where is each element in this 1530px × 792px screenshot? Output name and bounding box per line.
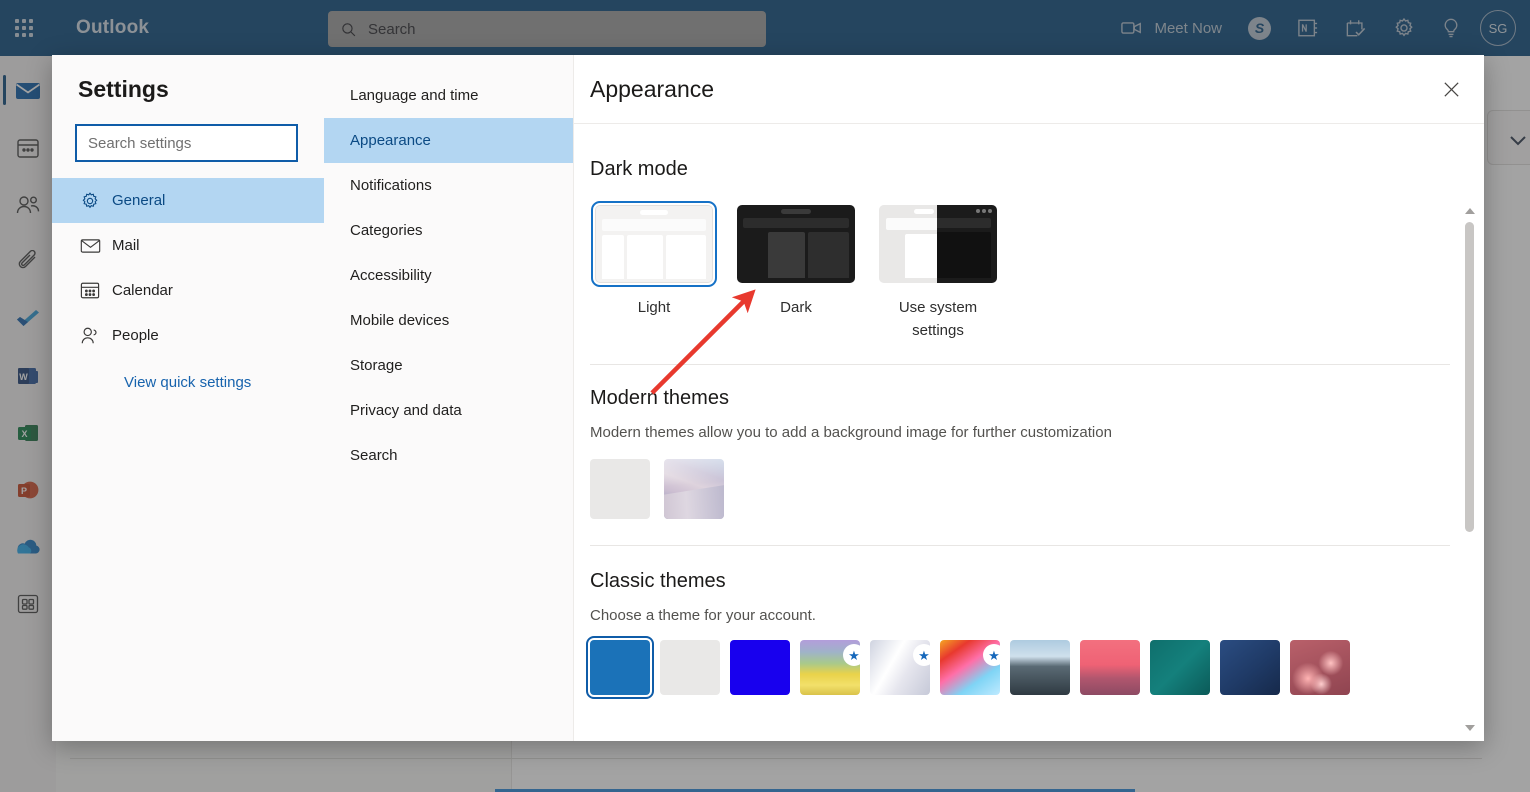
dark-mode-option-dark[interactable]: Dark (732, 205, 860, 342)
scroll-down-arrow-icon[interactable] (1463, 721, 1476, 735)
classic-theme-pastel-stripes[interactable]: ★ (800, 640, 860, 695)
envelope-icon (80, 238, 108, 254)
calendar-icon (80, 281, 108, 300)
gear-icon (80, 191, 108, 211)
detail-pane-scrollbar[interactable] (1463, 204, 1476, 735)
subnav-item-language-and-time[interactable]: Language and time (324, 73, 573, 118)
dark-mode-option-light[interactable]: Light (590, 201, 718, 342)
classic-theme-white-feather[interactable]: ★ (870, 640, 930, 695)
dark-mode-option-label: Light (637, 299, 671, 316)
settings-dialog: Settings General Mail (52, 55, 1484, 741)
settings-search-box[interactable] (75, 124, 298, 162)
section-divider (590, 364, 1450, 365)
classic-theme-mountain-ridge[interactable] (1010, 640, 1070, 695)
dark-mode-option-system[interactable]: Use system settings (874, 205, 1002, 342)
settings-nav-label: Mail (112, 237, 140, 254)
settings-nav-general[interactable]: General (52, 178, 324, 223)
classic-theme-navy-innovation[interactable] (1220, 640, 1280, 695)
modern-theme-thumbnails (590, 459, 1484, 519)
settings-nav-label: Calendar (112, 282, 173, 299)
classic-theme-default-blue[interactable] (586, 636, 654, 699)
settings-primary-nav: Settings General Mail (52, 55, 324, 741)
classic-theme-bright-blue[interactable] (730, 640, 790, 695)
classic-theme-swatches: ★ ★ ★ (586, 636, 1484, 699)
detail-pane-title: Appearance (590, 75, 715, 102)
section-divider (590, 545, 1450, 546)
dark-mode-options: Light Dark Use system settings (590, 201, 1484, 342)
close-icon (1443, 81, 1459, 97)
premium-star-icon: ★ (843, 644, 860, 666)
classic-themes-description: Choose a theme for your account. (590, 607, 816, 624)
subnav-item-mobile-devices[interactable]: Mobile devices (324, 298, 573, 343)
scrollbar-thumb[interactable] (1465, 222, 1474, 532)
modern-themes-heading: Modern themes (590, 387, 729, 409)
modern-theme-blank[interactable] (590, 459, 650, 519)
subnav-item-appearance[interactable]: Appearance (324, 118, 573, 163)
subnav-item-storage[interactable]: Storage (324, 343, 573, 388)
premium-star-icon: ★ (913, 644, 930, 666)
detail-pane-header: Appearance (574, 55, 1484, 124)
classic-theme-rainbow-unicorn[interactable]: ★ (940, 640, 1000, 695)
settings-search-input[interactable] (88, 134, 285, 152)
settings-title: Settings (78, 76, 169, 102)
dark-preview-thumbnail (737, 205, 855, 283)
classic-theme-pink-sunset-palms[interactable] (1080, 640, 1140, 695)
dark-mode-option-label: Dark (780, 299, 812, 316)
subnav-item-notifications[interactable]: Notifications (324, 163, 573, 208)
modern-themes-description: Modern themes allow you to add a backgro… (590, 424, 1112, 441)
settings-nav-people[interactable]: People (52, 313, 324, 358)
view-quick-settings-link[interactable]: View quick settings (52, 374, 324, 391)
premium-star-icon: ★ (983, 644, 1000, 666)
subnav-item-accessibility[interactable]: Accessibility (324, 253, 573, 298)
close-settings-button[interactable] (1434, 72, 1468, 106)
detail-pane-body: Dark mode Light Dark Use system settings… (574, 124, 1484, 741)
dark-mode-option-label: Use system settings (898, 299, 978, 339)
classic-theme-red-bokeh[interactable] (1290, 640, 1350, 695)
scroll-up-arrow-icon[interactable] (1463, 204, 1476, 218)
light-preview-thumbnail (591, 201, 717, 287)
classic-theme-teal-circuit[interactable] (1150, 640, 1210, 695)
settings-detail-pane: Appearance Dark mode Light Dark Use syst… (574, 55, 1484, 741)
settings-nav-calendar[interactable]: Calendar (52, 268, 324, 313)
settings-nav-label: People (112, 327, 159, 344)
classic-themes-heading: Classic themes (590, 570, 726, 592)
subnav-item-categories[interactable]: Categories (324, 208, 573, 253)
dark-mode-heading: Dark mode (590, 158, 688, 180)
subnav-item-privacy-and-data[interactable]: Privacy and data (324, 388, 573, 433)
settings-nav-mail[interactable]: Mail (52, 223, 324, 268)
outlook-settings-screen: Outlook Search Meet Now S SG W X P Setti… (0, 0, 1530, 792)
person-icon (80, 326, 108, 346)
settings-secondary-nav: Language and time Appearance Notificatio… (324, 55, 574, 741)
modern-theme-mountain-lake[interactable] (664, 459, 724, 519)
subnav-item-search[interactable]: Search (324, 433, 573, 478)
system-preview-thumbnail (879, 205, 997, 283)
settings-nav-label: General (112, 192, 166, 209)
classic-theme-light-gray[interactable] (660, 640, 720, 695)
